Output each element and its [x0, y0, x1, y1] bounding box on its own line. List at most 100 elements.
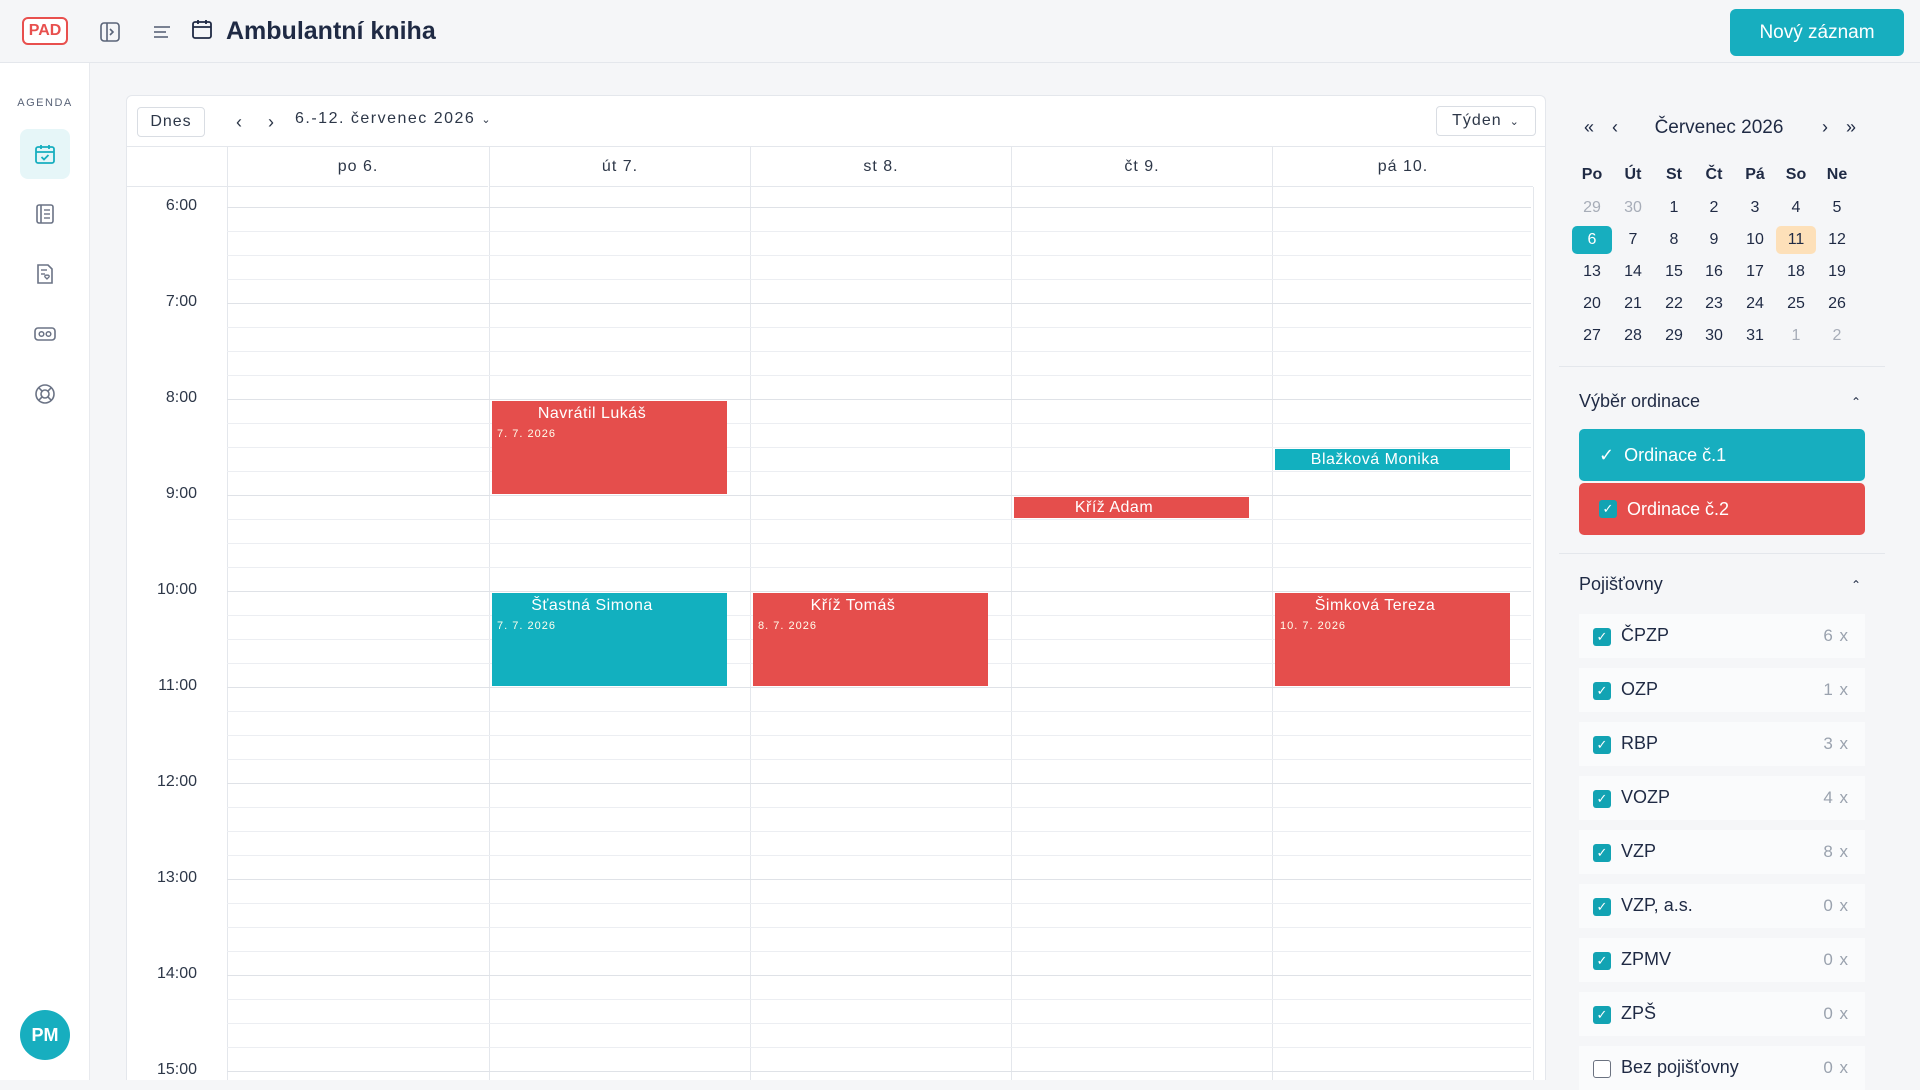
- insurance-label: VZP: [1621, 841, 1657, 861]
- mini-calendar-day[interactable]: 5: [1817, 194, 1857, 222]
- day-header: čt 9.: [1011, 147, 1272, 187]
- chevron-up-icon[interactable]: ⌃: [1851, 578, 1861, 592]
- insurance-count: 1 x: [1823, 680, 1849, 699]
- date-range-selector[interactable]: 6.-12. červenec 2026 ⌄: [295, 110, 492, 128]
- mini-calendar-day[interactable]: 10: [1735, 226, 1775, 254]
- menu-lines-icon[interactable]: [150, 20, 174, 44]
- insurance-filter-row[interactable]: ✓ ČPZP 6 x: [1579, 614, 1865, 658]
- mini-calendar-day[interactable]: 6: [1572, 226, 1612, 254]
- slot-line: [227, 351, 1531, 352]
- checkbox-checked-icon[interactable]: ✓: [1593, 844, 1611, 862]
- prev-week-button[interactable]: ‹: [227, 107, 251, 137]
- sidebar-toggle-icon[interactable]: [98, 20, 122, 44]
- mini-calendar-day[interactable]: 19: [1817, 258, 1857, 286]
- sidebar-item-calendar[interactable]: [20, 129, 70, 179]
- checkbox-checked-icon[interactable]: ✓: [1593, 628, 1611, 646]
- calendar-event[interactable]: Navrátil Lukáš 7. 7. 2026: [492, 401, 727, 494]
- slot-line: [227, 447, 1531, 448]
- mini-calendar-day[interactable]: 8: [1654, 226, 1694, 254]
- chevron-up-icon[interactable]: ⌃: [1851, 395, 1861, 409]
- calendar-event[interactable]: Šimková Tereza 10. 7. 2026: [1275, 593, 1510, 686]
- insurance-count: 0 x: [1823, 1058, 1849, 1077]
- mini-calendar-day[interactable]: 30: [1694, 322, 1734, 350]
- mini-calendar-day[interactable]: 28: [1613, 322, 1653, 350]
- slot-line: [227, 375, 1531, 376]
- mini-calendar-day[interactable]: 12: [1817, 226, 1857, 254]
- mini-calendar-day[interactable]: 29: [1572, 194, 1612, 222]
- insurance-filter-row[interactable]: Bez pojišťovny 0 x: [1579, 1046, 1865, 1090]
- mini-calendar-day[interactable]: 2: [1817, 322, 1857, 350]
- insurance-filter-row[interactable]: ✓ ZPMV 0 x: [1579, 938, 1865, 982]
- pad-logo[interactable]: PAD: [22, 17, 68, 45]
- slot-line: [227, 1023, 1531, 1024]
- mini-calendar-day[interactable]: 17: [1735, 258, 1775, 286]
- sidebar-item-records[interactable]: [20, 249, 70, 299]
- mini-calendar-day[interactable]: 16: [1694, 258, 1734, 286]
- checkbox-checked-icon[interactable]: ✓: [1593, 736, 1611, 754]
- mini-calendar-day[interactable]: 9: [1694, 226, 1734, 254]
- insurance-label: VOZP: [1621, 787, 1671, 807]
- sidebar-item-cards[interactable]: [20, 309, 70, 359]
- mini-calendar-day[interactable]: 29: [1654, 322, 1694, 350]
- ordinace-section-title[interactable]: Výběr ordinace: [1579, 391, 1700, 412]
- ordinace-2-toggle[interactable]: ✓ Ordinace č.2: [1579, 483, 1865, 535]
- day-column-divider: [227, 187, 228, 1080]
- checkbox-checked-icon[interactable]: ✓: [1593, 790, 1611, 808]
- next-week-button[interactable]: ›: [259, 107, 283, 137]
- sidebar-item-book[interactable]: [20, 189, 70, 239]
- mini-calendar-day[interactable]: 15: [1654, 258, 1694, 286]
- slot-line: [227, 927, 1531, 928]
- hour-line: [227, 1071, 1531, 1072]
- mini-calendar-day[interactable]: 26: [1817, 290, 1857, 318]
- insurance-filter-row[interactable]: ✓ RBP 3 x: [1579, 722, 1865, 766]
- checkbox-checked-icon[interactable]: ✓: [1593, 898, 1611, 916]
- mini-calendar-day[interactable]: 24: [1735, 290, 1775, 318]
- mini-calendar-day[interactable]: 11: [1776, 226, 1816, 254]
- mini-calendar-day[interactable]: 1: [1776, 322, 1816, 350]
- calendar-event[interactable]: Kříž Tomáš 8. 7. 2026: [753, 593, 988, 686]
- checkbox-checked-icon[interactable]: ✓: [1593, 952, 1611, 970]
- new-record-button[interactable]: Nový záznam: [1730, 9, 1904, 56]
- sidebar-item-help[interactable]: [20, 369, 70, 419]
- calendar-event[interactable]: Šťastná Simona 7. 7. 2026: [492, 593, 727, 686]
- insurance-filter-row[interactable]: ✓ VZP 8 x: [1579, 830, 1865, 874]
- mini-calendar-day[interactable]: 13: [1572, 258, 1612, 286]
- calendar-event[interactable]: Kříž Adam: [1014, 497, 1249, 518]
- view-selector[interactable]: Týden ⌄: [1436, 106, 1536, 136]
- mini-calendar-day[interactable]: 23: [1694, 290, 1734, 318]
- insurance-filter-row[interactable]: ✓ OZP 1 x: [1579, 668, 1865, 712]
- ordinace-1-toggle[interactable]: ✓ Ordinace č.1: [1579, 429, 1865, 481]
- user-avatar[interactable]: PM: [20, 1010, 70, 1060]
- insurance-filter-row[interactable]: ✓ ZPŠ 0 x: [1579, 992, 1865, 1036]
- document-heart-icon: [37, 264, 53, 284]
- next-month-button[interactable]: ›: [1815, 117, 1835, 138]
- mini-calendar-day[interactable]: 18: [1776, 258, 1816, 286]
- mini-calendar-day[interactable]: 4: [1776, 194, 1816, 222]
- checkbox-checked-icon[interactable]: ✓: [1593, 682, 1611, 700]
- mini-calendar-day[interactable]: 25: [1776, 290, 1816, 318]
- mini-calendar-day[interactable]: 27: [1572, 322, 1612, 350]
- prev-year-button[interactable]: «: [1579, 117, 1599, 138]
- calendar-event[interactable]: Blažková Monika: [1275, 449, 1510, 470]
- mini-calendar-day[interactable]: 22: [1654, 290, 1694, 318]
- mini-calendar-day[interactable]: 1: [1654, 194, 1694, 222]
- mini-calendar-day[interactable]: 3: [1735, 194, 1775, 222]
- mini-calendar-day[interactable]: 7: [1613, 226, 1653, 254]
- insurance-filter-row[interactable]: ✓ VZP, a.s. 0 x: [1579, 884, 1865, 928]
- today-button[interactable]: Dnes: [137, 107, 205, 137]
- pojistovny-section-title[interactable]: Pojišťovny: [1579, 574, 1663, 595]
- mini-calendar-day[interactable]: 31: [1735, 322, 1775, 350]
- view-label: Týden: [1452, 112, 1502, 129]
- time-grid[interactable]: 6:00 7:00 8:00 9:00 10:00 11:00 12:00 13:00 14:0…: [127, 187, 1545, 1080]
- mini-calendar-day[interactable]: 2: [1694, 194, 1734, 222]
- checkbox-unchecked-icon[interactable]: [1593, 1060, 1611, 1078]
- mini-calendar-day[interactable]: 14: [1613, 258, 1653, 286]
- mini-calendar-day[interactable]: 20: [1572, 290, 1612, 318]
- checkbox-checked-icon[interactable]: ✓: [1593, 1006, 1611, 1024]
- next-year-button[interactable]: »: [1841, 117, 1861, 138]
- mini-calendar-day[interactable]: 21: [1613, 290, 1653, 318]
- mini-calendar-day[interactable]: 30: [1613, 194, 1653, 222]
- chevron-down-icon: ⌄: [481, 113, 493, 126]
- day-column-divider: [750, 187, 751, 1080]
- insurance-filter-row[interactable]: ✓ VOZP 4 x: [1579, 776, 1865, 820]
